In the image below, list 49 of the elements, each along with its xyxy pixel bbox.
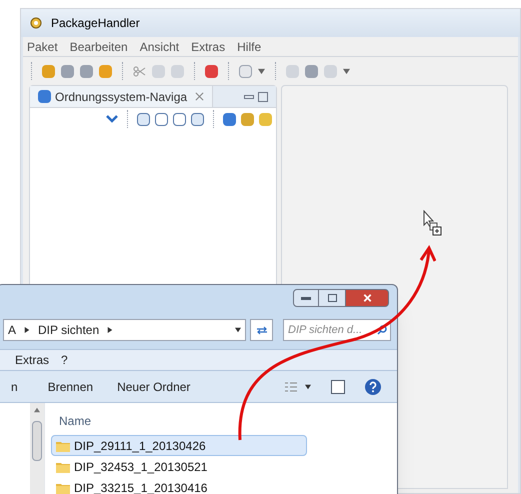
caret-icon[interactable] [235,327,242,333]
close-icon[interactable] [195,92,204,101]
close-button[interactable] [345,289,389,307]
folder-row[interactable]: DIP_29111_1_20130426 [51,435,307,456]
column-header[interactable]: Name [51,407,307,435]
scissors-icon[interactable] [133,66,146,76]
window-title: PackageHandler [51,15,140,32]
caret-icon[interactable] [305,384,311,390]
maximize-icon[interactable] [258,92,268,102]
chevron-right-icon[interactable] [24,327,30,333]
folder-row[interactable]: DIP_32453_1_20130521 [51,456,307,477]
folder-icon [56,482,70,494]
breadcrumb-item[interactable]: DIP sichten [38,321,100,339]
menu-item[interactable]: Extras [191,38,226,56]
help-icon[interactable] [365,378,381,394]
toolbar-button[interactable]: n [11,378,18,396]
preview-pane-icon[interactable] [331,380,345,394]
navigator-tab[interactable]: Ordnungssystem-Naviga [30,86,214,107]
refresh-icon [256,326,268,334]
menu-item[interactable]: Bearbeiten [70,38,128,56]
menu-item[interactable]: Paket [27,38,58,56]
folder-name: DIP_33215_1_20130416 [74,480,208,494]
minimize-button[interactable] [293,289,319,307]
minimize-icon[interactable] [244,94,254,98]
folder-name: DIP_32453_1_20130521 [74,458,208,476]
scroll-up-icon[interactable] [34,407,40,413]
menu-item[interactable]: Hilfe [237,38,262,56]
search-icon[interactable] [377,325,387,335]
search-field[interactable]: DIP sichten d... [283,319,391,341]
scrollbar[interactable] [30,403,44,494]
menu-item[interactable]: Extras [15,351,50,369]
toolbar-button[interactable]: Brennen [48,378,94,396]
folder-name: DIP_29111_1_20130426 [74,438,206,454]
close-icon [362,294,372,302]
menu-item[interactable]: ? [61,351,68,369]
chevron-down-icon[interactable] [106,115,118,123]
folder-row[interactable]: DIP_33215_1_20130416 [51,477,307,494]
maximize-button[interactable] [319,289,345,307]
folder-icon [56,440,70,452]
app-icon [29,16,43,30]
refresh-button[interactable] [250,319,273,341]
folder-icon [56,460,70,472]
breadcrumb-item[interactable]: A [8,321,16,339]
toolbar-button[interactable]: Neuer Ordner [117,378,190,396]
cursor-icon [423,210,443,238]
chevron-right-icon[interactable] [107,327,114,333]
address-bar[interactable]: A DIP sichten [3,319,246,341]
menu-item[interactable]: Ansicht [140,38,180,56]
view-icon[interactable] [285,382,297,392]
